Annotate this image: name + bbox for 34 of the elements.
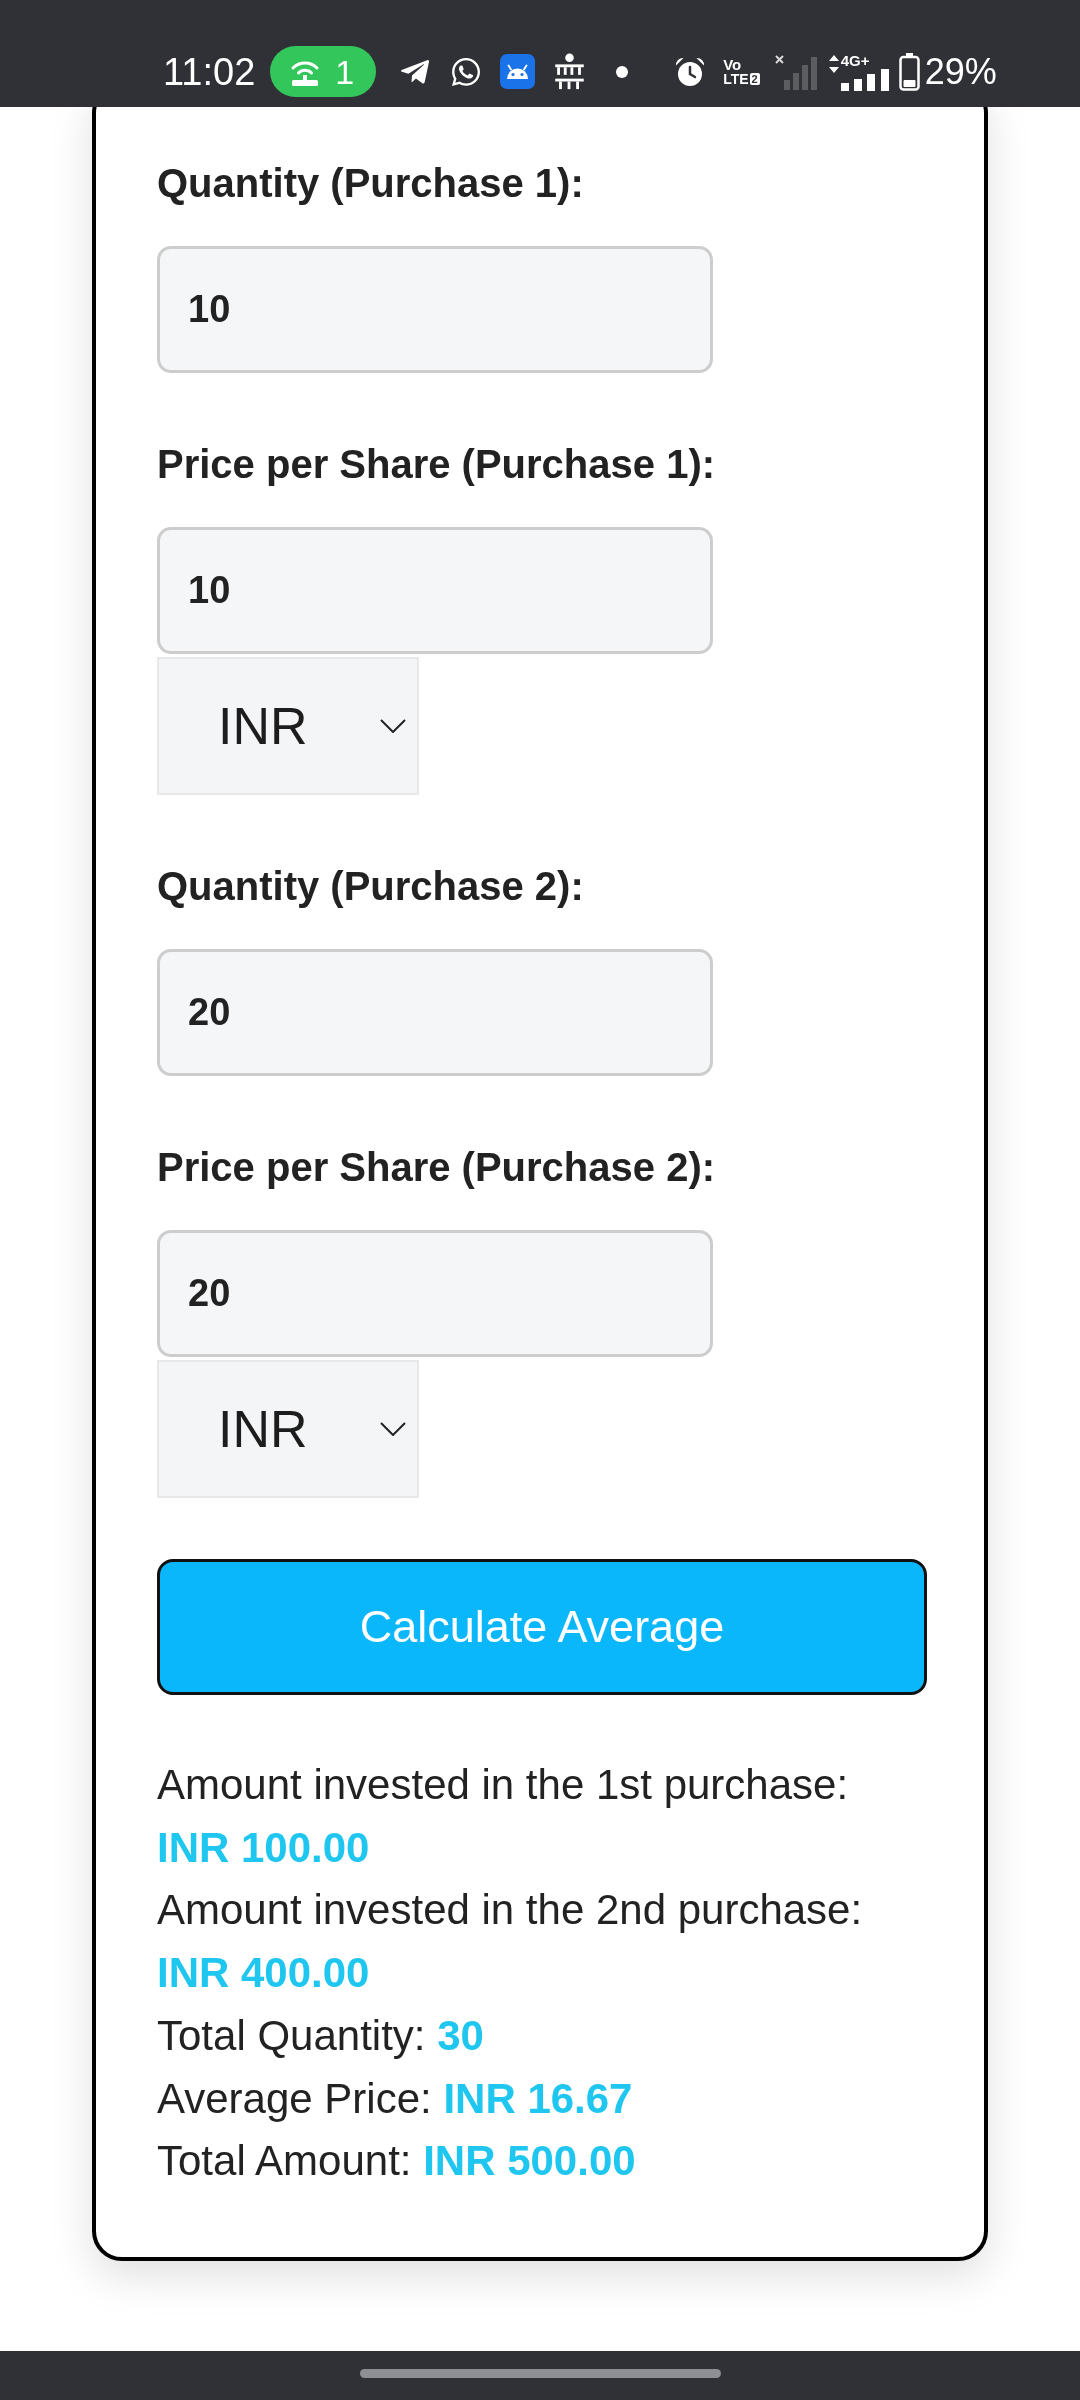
lte-label: LTE xyxy=(723,71,749,87)
field-label: Price per Share (Purchase 1): xyxy=(157,443,716,485)
network-type: 4G+ xyxy=(840,52,870,68)
result-text: Total Quantity: 30 xyxy=(157,2010,485,2061)
signal-bars-icon xyxy=(773,53,819,90)
result-text: Average Price: INR 16.67 xyxy=(157,2073,634,2124)
result-text: Amount invested in the 2nd purchase: INR 400.00 xyxy=(157,1885,864,1999)
volte-label: Vo xyxy=(723,56,742,72)
field-label: Quantity (Purchase 1): xyxy=(157,162,584,204)
alarm-clock-icon xyxy=(674,55,707,88)
quantity-input[interactable]: 10 xyxy=(157,246,713,373)
result-text: Total Amount: INR 500.00 xyxy=(157,2136,637,2187)
signal-bars-icon xyxy=(840,68,889,91)
chevron-down-icon xyxy=(380,719,406,733)
data-arrows-icon xyxy=(828,54,839,73)
currency-select[interactable]: INR xyxy=(157,657,419,795)
clock-time: 11:02 xyxy=(163,52,256,91)
battery-percent: 29% xyxy=(924,53,997,90)
chevron-down-icon xyxy=(380,1422,406,1436)
field-label: Price per Share (Purchase 2): xyxy=(157,1146,716,1188)
app-logo-icon xyxy=(553,52,587,91)
price-input[interactable]: 20 xyxy=(157,1230,713,1357)
hotspot-count: 1 xyxy=(335,54,355,89)
result-text: Amount invested in the 1st purchase: INR 100.00 xyxy=(157,1760,850,1873)
android-app-icon xyxy=(500,54,536,89)
field-label: Quantity (Purchase 2): xyxy=(157,865,584,907)
notification-dot-icon xyxy=(616,65,629,78)
sim-number: 2 xyxy=(749,73,760,85)
price-input[interactable]: 10 xyxy=(157,527,713,654)
battery-icon xyxy=(898,52,920,91)
quantity-input[interactable]: 20 xyxy=(157,949,713,1076)
currency-select[interactable]: INR xyxy=(157,1360,419,1498)
home-handle[interactable] xyxy=(359,2369,721,2378)
chat-phone-icon xyxy=(450,55,483,88)
